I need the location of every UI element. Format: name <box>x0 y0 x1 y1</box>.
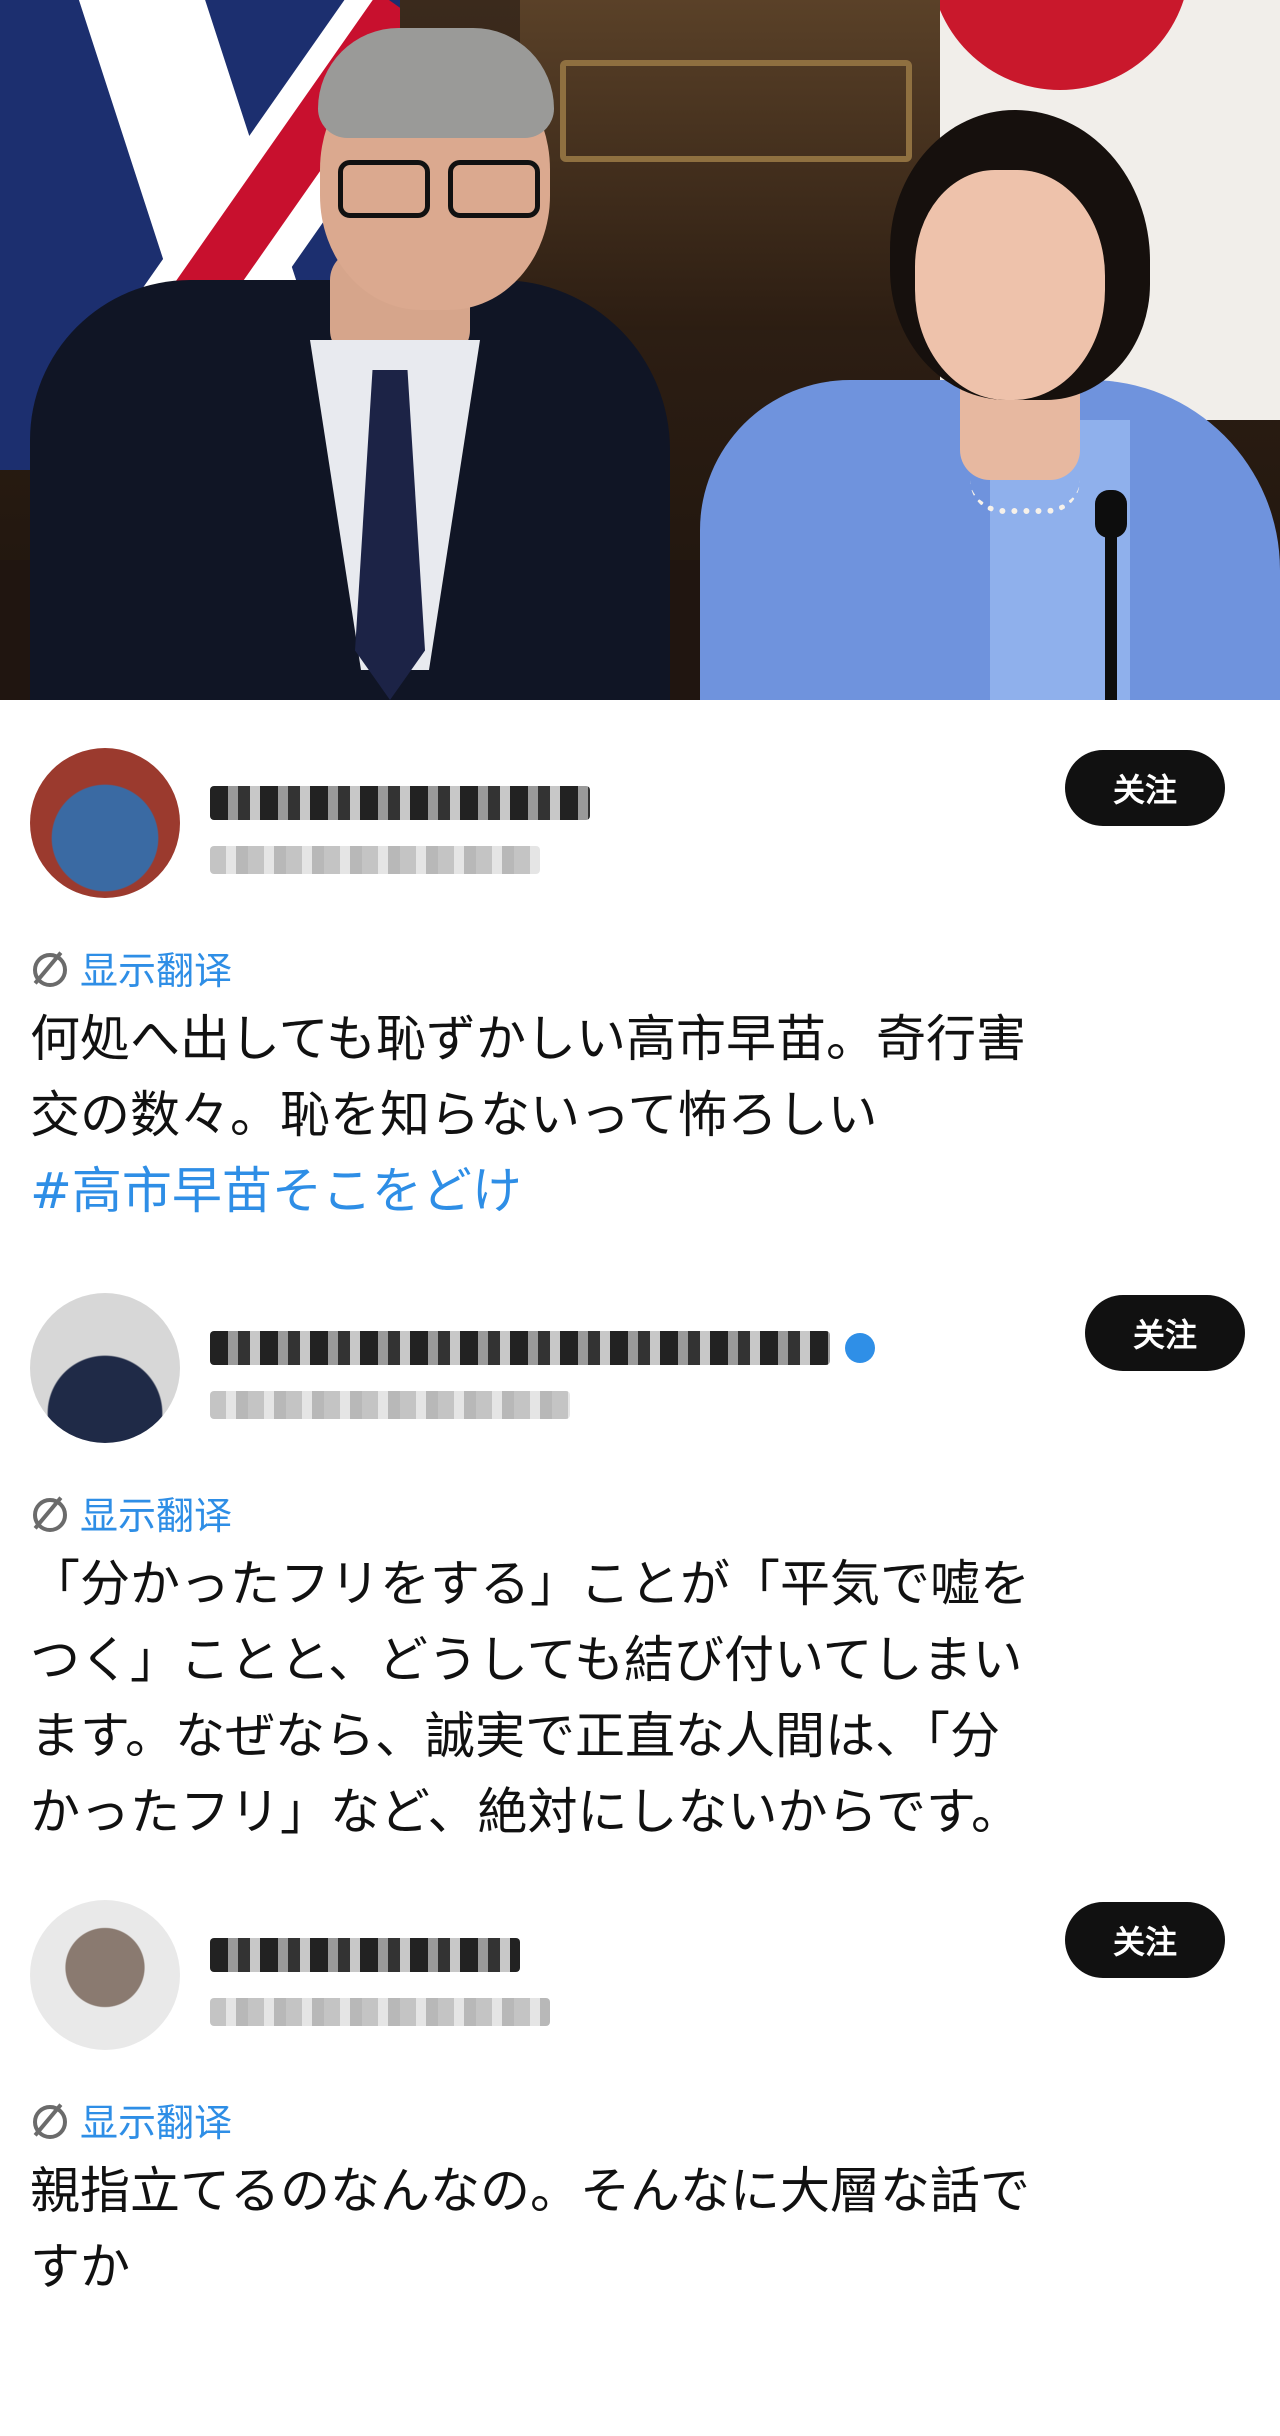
comment-header: 关注 <box>30 1283 1250 1443</box>
translate-label: 显示翻译 <box>80 2101 233 2145</box>
comment: 关注 显示翻译 「分かったフリをする」ことが「平気で嘘を つく」ことと、どうして… <box>0 1283 1280 1850</box>
username-blurred[interactable] <box>210 1331 830 1365</box>
comment-feed: 关注 显示翻译 何処へ出しても恥ずかしい高市早苗。奇行害 交の数々。恥を知らない… <box>0 738 1280 2305</box>
comment: 关注 显示翻译 親指立てるのなんなの。そんなに大層な話で すか <box>0 1890 1280 2305</box>
avatar[interactable] <box>30 1293 180 1443</box>
comment: 关注 显示翻译 何処へ出しても恥ずかしい高市早苗。奇行害 交の数々。恥を知らない… <box>0 738 1280 1229</box>
translate-link[interactable]: 显示翻译 <box>30 2092 1250 2147</box>
translate-label: 显示翻译 <box>80 949 233 993</box>
wood-panel <box>520 0 940 330</box>
comment-text: 親指立てるのなんなの。そんなに大層な話で すか <box>30 2162 1030 2296</box>
handle-blurred <box>210 1391 570 1419</box>
hashtag-link[interactable]: #高市早苗そこをどけ <box>30 1153 1250 1229</box>
follow-button[interactable]: 关注 <box>1065 750 1225 826</box>
comment-text: 「分かったフリをする」ことが「平気で嘘を つく」ことと、どうしても結び付いてしま… <box>30 1555 1030 1841</box>
translate-link[interactable]: 显示翻译 <box>30 940 1250 995</box>
comment-text: 何処へ出しても恥ずかしい高市早苗。奇行害 交の数々。恥を知らないって怖ろしい <box>30 1010 1026 1144</box>
avatar[interactable] <box>30 748 180 898</box>
pearl-necklace <box>970 480 1080 514</box>
translate-icon <box>30 1495 67 1532</box>
translate-label: 显示翻译 <box>80 1494 233 1538</box>
username-blurred[interactable] <box>210 786 590 820</box>
top-photo <box>0 0 1280 700</box>
comment-header: 关注 <box>30 738 1250 898</box>
handle-blurred <box>210 846 540 874</box>
handle-blurred <box>210 1998 550 2026</box>
translate-link[interactable]: 显示翻译 <box>30 1485 1250 1540</box>
translate-icon <box>30 950 67 987</box>
follow-button[interactable]: 关注 <box>1085 1295 1245 1371</box>
comment-header: 关注 <box>30 1890 1250 2050</box>
follow-button[interactable]: 关注 <box>1065 1902 1225 1978</box>
verified-badge-icon <box>845 1333 875 1363</box>
translate-icon <box>30 2102 67 2139</box>
avatar[interactable] <box>30 1900 180 2050</box>
username-blurred[interactable] <box>210 1938 520 1972</box>
